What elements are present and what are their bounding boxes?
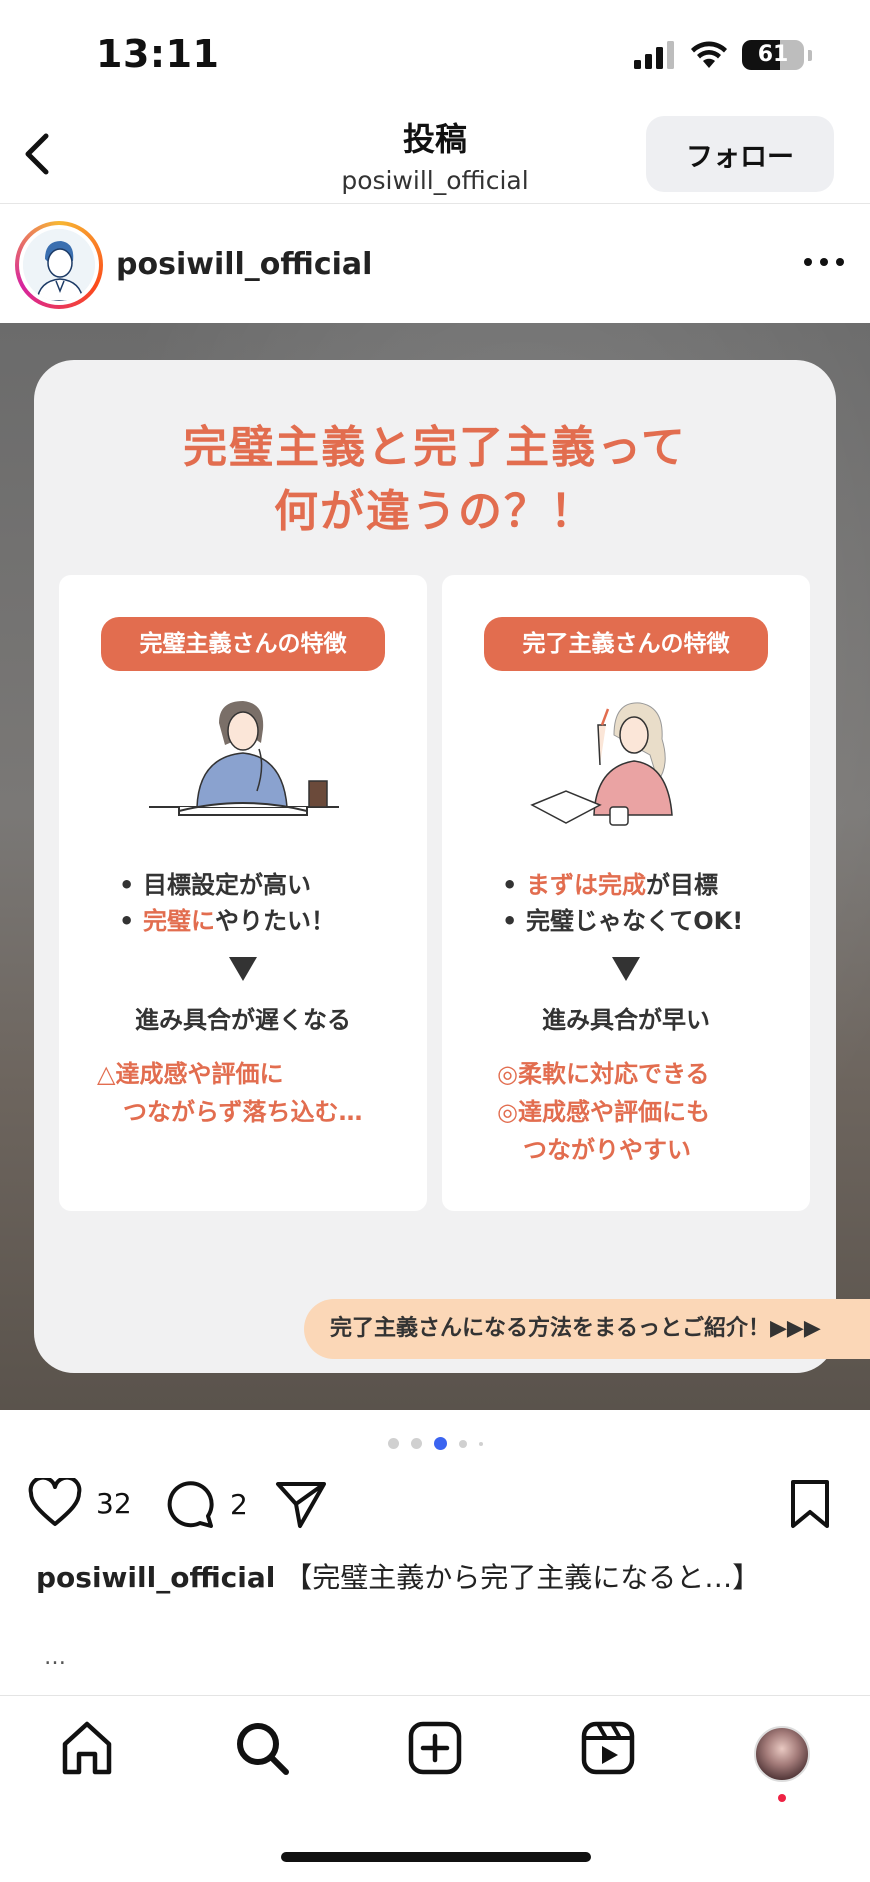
post-header-bar: 投稿 posiwill_official フォロー [0, 104, 870, 204]
perfectionist-result: 進み具合が遅くなる [135, 1006, 351, 1034]
completionist-result: 進み具合が早い [542, 1006, 710, 1034]
signal-icon [634, 41, 674, 69]
infographic-card: 完璧主義と完了主義って 何が違うの？！ 完璧主義さんの特徴 目標設定が高い 完璧… [34, 360, 870, 1373]
avatar-illustration-icon [23, 229, 95, 301]
more-options-icon[interactable] [800, 247, 848, 277]
perfectionist-column: 完璧主義さんの特徴 目標設定が高い 完璧にやりたい！ 進み具合が遅くなる △達成… [59, 575, 427, 1211]
relaxed-woman-illustration-icon [530, 702, 673, 826]
perfectionist-note: △達成感や評価に つながらず落ち込む… [97, 1060, 363, 1126]
completionist-bullets: まずは完成が目標 完璧じゃなくてOK! [502, 867, 743, 939]
post-image[interactable]: 完璧主義と完了主義って 何が違うの？！ 完璧主義さんの特徴 目標設定が高い 完璧… [0, 323, 870, 1410]
post-username[interactable]: posiwill_official [116, 247, 372, 282]
heart-icon[interactable] [28, 1478, 82, 1528]
comment-count[interactable]: 2 [230, 1488, 248, 1521]
bottom-navigation [0, 1695, 870, 1805]
carousel-dot [478, 1441, 483, 1446]
completionist-note: ◎柔軟に対応できる ◎達成感や評価にも つながりやすい [497, 1060, 710, 1164]
carousel-dot [410, 1438, 422, 1449]
home-icon[interactable] [55, 1716, 119, 1780]
home-indicator [281, 1852, 591, 1862]
perfectionist-pill: 完璧主義さんの特徴 [101, 617, 385, 671]
carousel-indicator [0, 1437, 870, 1450]
reels-icon[interactable] [576, 1716, 640, 1780]
card-title: 完璧主義と完了主義って 何が違うの？！ [183, 422, 687, 537]
share-icon[interactable] [274, 1478, 328, 1530]
list-item: 目標設定が高い [119, 867, 335, 903]
intro-banner: 完了主義さんになる方法をまるっとご紹介！▶▶▶ [304, 1299, 870, 1359]
comment-icon[interactable] [164, 1478, 216, 1530]
create-icon[interactable] [403, 1716, 467, 1780]
perfectionist-bullets: 目標設定が高い 完璧にやりたい！ [119, 867, 335, 939]
carousel-dot [458, 1439, 467, 1448]
thinking-woman-illustration-icon [149, 701, 339, 816]
comment-group: 2 [164, 1478, 248, 1530]
completionist-pill: 完了主義さんの特徴 [484, 617, 768, 671]
list-item: まずは完成が目標 [502, 867, 743, 903]
search-icon[interactable] [230, 1716, 294, 1780]
completionist-column: 完了主義さんの特徴 まずは完成が目標 完璧じゃなくてOK! 進み具合が早い ◎柔… [442, 575, 810, 1211]
down-triangle-icon [229, 957, 257, 981]
caption-text: 【完璧主義から完了主義になると…】 [284, 1561, 761, 1594]
like-count[interactable]: 32 [96, 1487, 132, 1520]
notification-dot [778, 1794, 786, 1802]
status-icons: 61 [634, 40, 812, 70]
post-actions: 32 2 [0, 1470, 870, 1540]
caption-more[interactable]: … [44, 1645, 66, 1670]
post-caption[interactable]: posiwill_official 【完璧主義から完了主義になると…】 [36, 1556, 760, 1596]
list-item: 完璧にやりたい！ [119, 903, 335, 939]
status-bar: 13:11 61 [0, 0, 870, 100]
like-group: 32 [28, 1478, 132, 1528]
carousel-dot [387, 1438, 399, 1449]
carousel-dot-active [433, 1437, 447, 1450]
avatar[interactable] [15, 221, 103, 309]
list-item: 完璧じゃなくてOK! [502, 903, 743, 939]
post-owner-row: posiwill_official [0, 205, 870, 323]
battery-level: 61 [757, 42, 789, 67]
battery-icon: 61 [742, 40, 804, 70]
down-triangle-icon [612, 957, 640, 981]
profile-avatar[interactable] [754, 1726, 810, 1782]
follow-button[interactable]: フォロー [646, 116, 834, 192]
wifi-icon [691, 41, 727, 68]
bookmark-icon[interactable] [788, 1478, 832, 1530]
status-time: 13:11 [96, 32, 220, 76]
caption-username[interactable]: posiwill_official [36, 1561, 275, 1594]
